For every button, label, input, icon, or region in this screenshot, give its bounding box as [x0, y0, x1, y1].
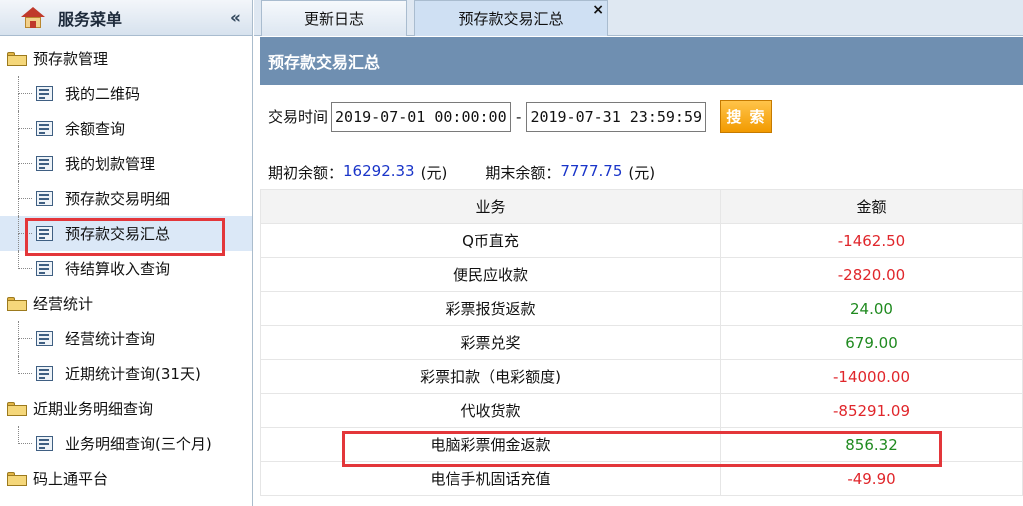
- menu-item-stats-query[interactable]: 经营统计查询: [0, 321, 252, 356]
- menu-item-label: 我的二维码: [65, 85, 141, 103]
- table-row: 彩票扣款（电彩额度) -14000.00: [260, 359, 1023, 394]
- menu-group-label: 经营统计: [33, 295, 94, 313]
- menu-item-business-details[interactable]: 业务明细查询(三个月): [0, 426, 252, 461]
- menu-item-label: 待结算收入查询: [65, 260, 171, 278]
- menu-item-balance-query[interactable]: 余额查询: [0, 111, 252, 146]
- document-icon: [36, 85, 54, 102]
- business-cell: 便民应收款: [260, 257, 721, 292]
- tab-label: 更新日志: [303, 10, 364, 28]
- menu-item-pending-income[interactable]: 待结算收入查询: [0, 251, 252, 286]
- end-time-input[interactable]: [526, 101, 707, 132]
- table-row: Q币直充 -1462.50: [260, 223, 1023, 258]
- menu-item-label: 业务明细查询(三个月): [65, 435, 212, 453]
- date-filter-label: 交易时间: [268, 108, 329, 126]
- menu-item-prepaid-details[interactable]: 预存款交易明细: [0, 181, 252, 216]
- date-filter: 交易时间 - 搜 索: [268, 100, 773, 133]
- tab-update-log[interactable]: 更新日志: [261, 0, 407, 36]
- menu-group-recent-details[interactable]: 近期业务明细查询: [0, 391, 252, 426]
- tab-bar: 更新日志 预存款交易汇总 ×: [254, 0, 1023, 36]
- close-tab-icon[interactable]: ×: [592, 2, 604, 18]
- table-header-row: 业务 金额: [260, 189, 1023, 224]
- menu-item-label: 预存款交易明细: [65, 190, 171, 208]
- document-icon: [36, 190, 54, 207]
- highlight-box-menu: [25, 218, 225, 256]
- main-content: 更新日志 预存款交易汇总 × 预存款交易汇总 交易时间 - 搜 索 期初余额： …: [254, 0, 1023, 506]
- amount-cell: 679.00: [720, 325, 1023, 360]
- business-cell: 彩票扣款（电彩额度): [260, 359, 721, 394]
- tab-label: 预存款交易汇总: [458, 10, 564, 28]
- table-row: 彩票兑奖 679.00: [260, 325, 1023, 360]
- document-icon: [36, 260, 54, 277]
- amount-cell: 24.00: [720, 291, 1023, 326]
- business-cell: Q币直充: [260, 223, 721, 258]
- collapse-sidebar-icon[interactable]: «: [230, 8, 241, 28]
- menu-group-label: 预存款管理: [33, 50, 109, 68]
- amount-cell: -14000.00: [720, 359, 1023, 394]
- menu-item-label: 余额查询: [65, 120, 126, 138]
- folder-icon: [7, 401, 27, 416]
- opening-balance-label: 期初余额：: [268, 164, 344, 182]
- menu-item-label: 经营统计查询: [65, 330, 156, 348]
- business-cell: 代收货款: [260, 393, 721, 428]
- menu-group-code-platform[interactable]: 码上通平台: [0, 461, 252, 496]
- document-icon: [36, 330, 54, 347]
- sidebar-title: 服务菜单: [58, 9, 123, 29]
- document-icon: [36, 435, 54, 452]
- folder-icon: [7, 296, 27, 311]
- sidebar-header: 服务菜单 «: [0, 0, 252, 36]
- menu-group-label: 码上通平台: [33, 470, 109, 488]
- table-row: 代收货款 -85291.09: [260, 393, 1023, 428]
- tab-prepaid-summary[interactable]: 预存款交易汇总 ×: [414, 0, 608, 36]
- table-row: 彩票报货返款 24.00: [260, 291, 1023, 326]
- column-header-amount: 金额: [720, 189, 1023, 224]
- document-icon: [36, 120, 54, 137]
- closing-balance-label: 期末余额：: [485, 164, 561, 182]
- opening-balance-unit: (元): [420, 164, 448, 182]
- business-cell: 彩票兑奖: [260, 325, 721, 360]
- column-header-business: 业务: [260, 189, 721, 224]
- home-icon: [20, 6, 46, 29]
- amount-cell: -2820.00: [720, 257, 1023, 292]
- menu-group-label: 近期业务明细查询: [33, 400, 154, 418]
- closing-balance-value: 7777.75: [560, 162, 623, 180]
- menu-item-qrcode[interactable]: 我的二维码: [0, 76, 252, 111]
- document-icon: [36, 365, 54, 382]
- menu-tree: 预存款管理 我的二维码 余额查询 我的划款管理 预存款交易明细 预存款交易汇总: [0, 36, 252, 496]
- menu-item-label: 近期统计查询(31天): [65, 365, 201, 383]
- folder-icon: [7, 471, 27, 486]
- menu-item-label: 我的划款管理: [65, 155, 156, 173]
- sidebar: 服务菜单 « 预存款管理 我的二维码 余额查询 我的划款管理 预存款交易明细 预…: [0, 0, 253, 506]
- business-cell: 彩票报货返款: [260, 291, 721, 326]
- folder-icon: [7, 51, 27, 66]
- amount-cell: -1462.50: [720, 223, 1023, 258]
- panel-title: 预存款交易汇总: [260, 37, 1023, 85]
- start-time-input[interactable]: [331, 101, 512, 132]
- amount-cell: -85291.09: [720, 393, 1023, 428]
- balance-summary: 期初余额： 16292.33 (元) 期末余额： 7777.75 (元): [268, 162, 655, 183]
- opening-balance-value: 16292.33: [343, 162, 415, 180]
- menu-group-prepaid[interactable]: 预存款管理: [0, 41, 252, 76]
- menu-group-business-stats[interactable]: 经营统计: [0, 286, 252, 321]
- search-button[interactable]: 搜 索: [720, 100, 773, 133]
- menu-item-recent-stats[interactable]: 近期统计查询(31天): [0, 356, 252, 391]
- highlight-box-row: [342, 431, 942, 467]
- menu-item-transfer-management[interactable]: 我的划款管理: [0, 146, 252, 181]
- document-icon: [36, 155, 54, 172]
- date-separator: -: [516, 107, 522, 126]
- closing-balance-unit: (元): [628, 164, 656, 182]
- table-row: 便民应收款 -2820.00: [260, 257, 1023, 292]
